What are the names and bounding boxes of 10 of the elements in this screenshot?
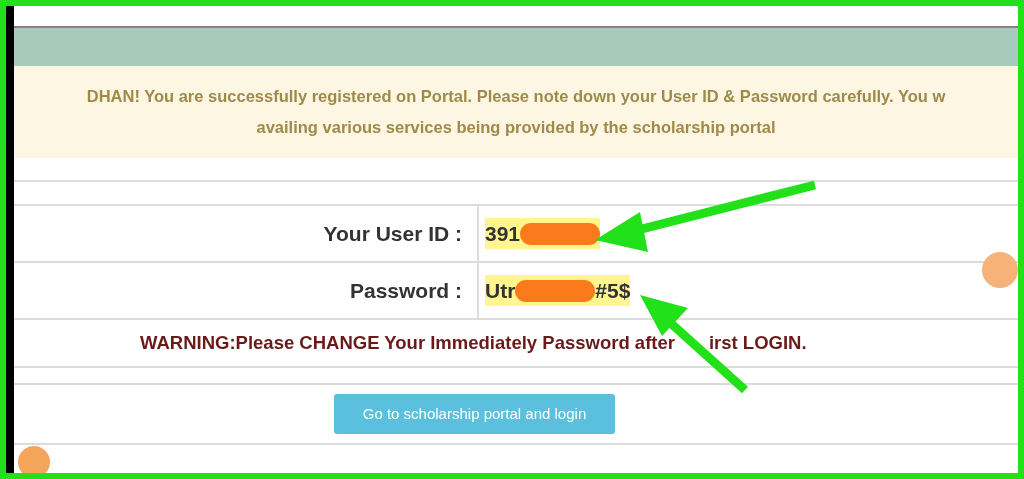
credential-label: Password : <box>349 277 462 304</box>
credential-label: Your User ID : <box>323 220 462 247</box>
warning-text: WARNING:Please CHANGE Your Immediately Password after <box>140 331 675 356</box>
notice-text: availing various services being provided by the scholarship portal <box>256 117 776 138</box>
credential-value: 391 <box>485 217 601 250</box>
floating-circle-icon[interactable] <box>982 252 1018 288</box>
portal-login-button[interactable]: Go to scholarship portal and login <box>334 394 615 434</box>
credential-value: Utr #5$ <box>485 274 631 307</box>
notice-text: DHAN! You are successfully registered on Portal. Please note down your User ID & Password carefully. You w <box>86 86 946 108</box>
warning-text: irst LOGIN. <box>708 331 807 356</box>
